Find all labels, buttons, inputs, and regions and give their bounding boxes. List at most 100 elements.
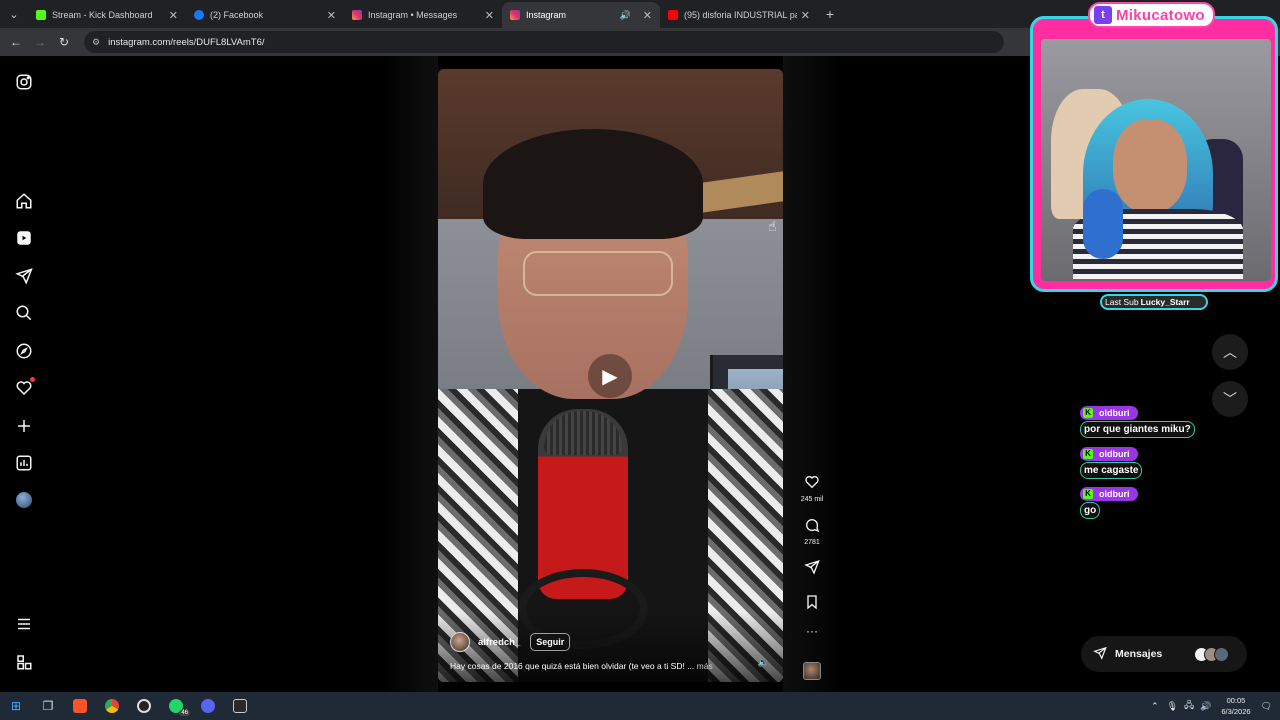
author-username[interactable]: alfredch_ [478, 637, 520, 648]
direct-icon [1093, 646, 1107, 663]
system-tray: ⌃ 🎙 🖧 🔊 00:05 6/3/2026 🗨 [1151, 692, 1272, 720]
chat-text: por que giantes miku? [1080, 421, 1195, 438]
chat-username: Koldburi [1080, 405, 1138, 420]
home-icon[interactable] [14, 191, 34, 211]
close-icon[interactable]: ✕ [485, 9, 494, 22]
profile-icon[interactable] [14, 490, 34, 510]
previous-reel-button[interactable]: ︿ [1212, 334, 1248, 370]
close-icon[interactable]: ✕ [643, 9, 652, 22]
obs-icon[interactable] [128, 692, 160, 720]
chevron-up-icon[interactable]: ⌃ [1151, 701, 1159, 712]
chrome-icon[interactable] [96, 692, 128, 720]
notifications-icon[interactable] [14, 377, 35, 398]
volume-icon[interactable]: 🔊 [1200, 701, 1211, 712]
microphone-icon[interactable]: 🎙 [1167, 701, 1178, 712]
search-icon[interactable] [14, 303, 34, 323]
direct-icon[interactable] [14, 266, 34, 286]
back-icon[interactable]: ← [4, 35, 28, 49]
twitch-icon: t [1094, 6, 1112, 24]
more-options-icon[interactable]: ··· [798, 624, 826, 638]
comment-icon [806, 519, 820, 533]
streamer-face [1113, 119, 1187, 213]
tab-youtube[interactable]: (95) disforia INDUSTRIAL park ✕ [660, 2, 818, 28]
close-icon[interactable]: ✕ [327, 9, 336, 22]
bookmark-icon [807, 595, 817, 610]
task-view-icon[interactable]: ❐ [32, 692, 64, 720]
caption-text: Hay cosas de 2016 que quizá está bien ol… [450, 661, 695, 671]
chat-text: me cagaste [1080, 462, 1143, 479]
chevron-down-icon: ﹀ [1223, 391, 1237, 407]
tab-instagram-messages[interactable]: Instagram • Messages ✕ [344, 2, 502, 28]
tab-facebook[interactable]: (2) Facebook ✕ [186, 2, 344, 28]
create-icon[interactable] [14, 416, 34, 436]
author-avatar[interactable] [450, 632, 470, 652]
close-icon[interactable]: ✕ [801, 9, 810, 22]
kick-icon: K [1083, 448, 1093, 459]
tab-kick[interactable]: Stream - Kick Dashboard ✕ [28, 2, 186, 28]
instagram-sidebar [0, 56, 48, 692]
messages-button[interactable]: Mensajes [1081, 636, 1247, 672]
reel-author: alfredch_ Seguir [450, 632, 571, 652]
last-sub-badge: Last Sub Lucky_Starr [1100, 294, 1208, 310]
chevron-up-icon: ︿ [1223, 344, 1237, 360]
new-tab-icon[interactable]: + [818, 6, 842, 22]
chat-text: go [1080, 502, 1101, 519]
streamer-mic [1083, 189, 1123, 259]
tab-search-icon[interactable]: ⌄ [0, 0, 28, 28]
tab-title: (2) Facebook [210, 10, 264, 20]
like-button[interactable]: 245 mil [798, 474, 826, 503]
whatsapp-icon[interactable]: 46 [160, 692, 192, 720]
discord-icon[interactable] [192, 692, 224, 720]
reload-icon[interactable]: ↻ [52, 35, 76, 49]
facebook-favicon-icon [194, 10, 204, 20]
address-bar[interactable]: ⚙ instagram.com/reels/DUFL8LVAmT6/ [84, 31, 1004, 53]
follow-button[interactable]: Seguir [530, 633, 571, 651]
chat-message: Koldburi por que giantes miku? [1080, 402, 1195, 438]
channel-name: Mikucatowo [1116, 6, 1205, 24]
forward-icon[interactable]: → [28, 35, 52, 49]
audio-thumbnail[interactable] [803, 662, 821, 680]
tab-instagram[interactable]: Instagram 🔊 ✕ [502, 2, 660, 28]
save-button[interactable] [798, 594, 826, 615]
next-reel-button[interactable]: ﹀ [1212, 381, 1248, 417]
epic-games-icon[interactable] [224, 692, 256, 720]
chat-username: Koldburi [1080, 446, 1138, 461]
dashboard-icon[interactable] [14, 453, 34, 473]
share-button[interactable] [798, 559, 826, 580]
instagram-icon[interactable] [14, 72, 34, 92]
person-hair [483, 129, 703, 239]
explore-icon[interactable] [14, 341, 34, 361]
chat-user-text: oldburi [1099, 488, 1130, 499]
kick-icon: K [1083, 488, 1093, 499]
menu-icon[interactable] [14, 614, 34, 634]
windows-taskbar: ⊞ ❐ 46 ⌃ 🎙 🖧 🔊 00:05 6/3/2026 🗨 [0, 692, 1280, 720]
like-count: 245 mil [800, 496, 824, 503]
more-apps-icon[interactable] [14, 652, 34, 672]
reel-video[interactable]: ▶ alfredch_ Seguir Hay cosas de 2016 que… [438, 69, 783, 682]
reels-icon[interactable] [14, 228, 34, 248]
last-sub-label: Last Sub [1105, 297, 1139, 307]
comment-button[interactable]: 2781 [798, 517, 826, 546]
tab-title: (95) disforia INDUSTRIAL park [684, 10, 797, 20]
play-icon[interactable]: ▶ [588, 354, 632, 398]
clock-time: 00:05 [1226, 696, 1246, 705]
tab-title: Stream - Kick Dashboard [52, 10, 153, 20]
volume-icon[interactable]: 🔈 [758, 657, 769, 668]
site-info-icon[interactable]: ⚙ [92, 37, 100, 48]
kick-icon: K [1083, 407, 1093, 418]
clock[interactable]: 00:05 6/3/2026 [1221, 695, 1250, 717]
more-link[interactable]: más [697, 661, 713, 671]
windows-start-icon[interactable]: ⊞ [0, 692, 32, 720]
clock-date: 6/3/2026 [1221, 707, 1251, 716]
close-icon[interactable]: ✕ [169, 9, 178, 22]
tab-title: Instagram • Messages [368, 10, 458, 20]
chat-message: Koldburi me cagaste [1080, 443, 1143, 479]
mouse-cursor-icon: ☝ [768, 218, 777, 234]
chat-username: Koldburi [1080, 486, 1138, 501]
speaker-icon[interactable]: 🔊 [620, 10, 631, 21]
whatsapp-badge: 46 [179, 710, 190, 716]
brave-icon[interactable] [64, 692, 96, 720]
network-icon[interactable]: 🖧 [1184, 698, 1194, 714]
messages-label: Mensajes [1115, 648, 1163, 660]
notification-center-icon[interactable]: 🗨 [1261, 701, 1272, 712]
